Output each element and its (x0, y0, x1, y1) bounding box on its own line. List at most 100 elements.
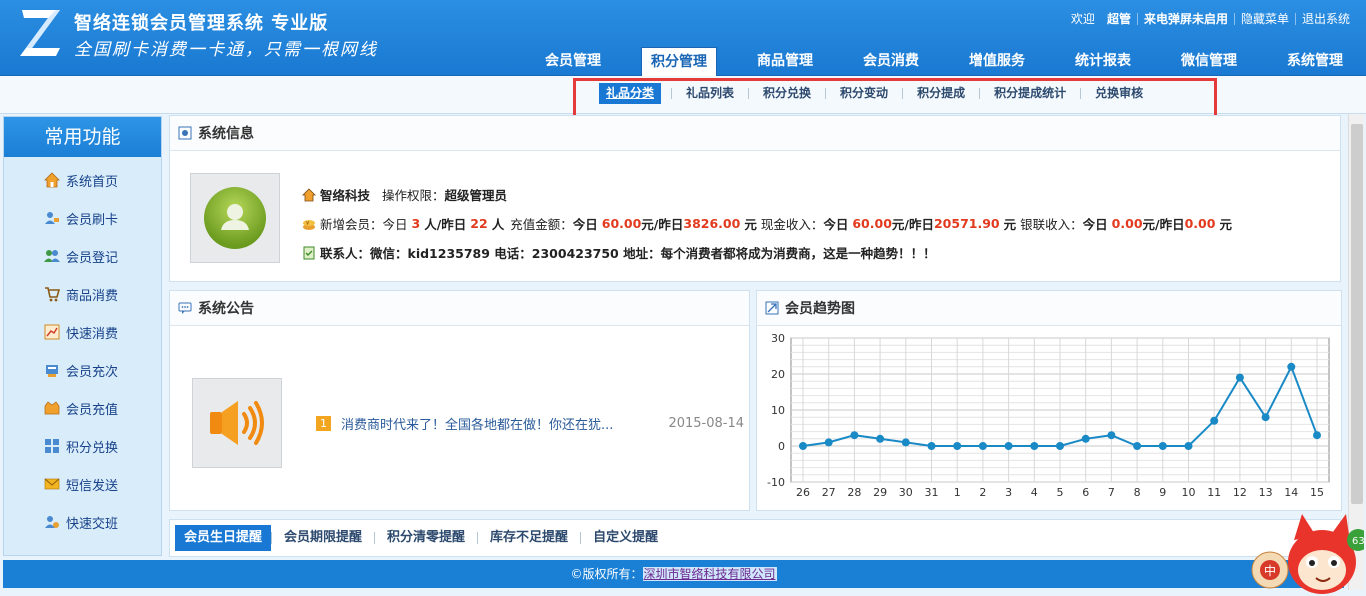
sub-points-commission[interactable]: 积分提成 (903, 83, 979, 104)
svg-text:中: 中 (1264, 563, 1276, 578)
x-tick-label: 6 (1082, 486, 1089, 499)
sub-gift-category[interactable]: 礼品分类 (599, 83, 662, 104)
x-tick-label: 13 (1259, 486, 1273, 499)
data-point (1158, 442, 1167, 450)
unit-text: 元 (1003, 217, 1017, 232)
panel-header: 会员趋势图 (757, 291, 1341, 326)
contact-text: 联系人：微信：kid1235789 电话：2300423750 地址：每个消费者… (320, 246, 936, 261)
main-nav: 会员管理 积分管理 商品管理 会员消费 增值服务 统计报表 微信管理 系统管理 (520, 47, 1366, 76)
member-card-icon (45, 212, 59, 224)
stats-line: ¥ 新增会员：今日 3 人/昨日 22 人 充值金额： 今日 60.00 元/昨… (302, 209, 1232, 238)
sub-exchange-review[interactable]: 兑换审核 (1081, 83, 1157, 104)
data-point (953, 442, 962, 450)
nav-member-management[interactable]: 会员管理 (520, 47, 626, 76)
recharge-today: 60.00 (601, 216, 642, 231)
notice-number: 1 (316, 416, 331, 431)
sidebar-item-label: 会员刷卡 (66, 212, 119, 228)
sidebar-item-label: 短信发送 (66, 478, 119, 494)
tab-member-expiry[interactable]: 会员期限提醒 (272, 525, 374, 551)
data-point (1056, 442, 1064, 450)
tab-points-reset[interactable]: 积分清零提醒 (375, 525, 477, 551)
z-logo-icon (20, 10, 60, 56)
recharge-count-icon (46, 365, 58, 377)
unit-text: 人 (491, 217, 505, 232)
sub-points-change[interactable]: 积分变动 (826, 83, 902, 104)
home-icon (44, 172, 60, 188)
tab-custom-reminder[interactable]: 自定义提醒 (581, 525, 670, 551)
sidebar-item-home[interactable]: 系统首页 (4, 161, 161, 199)
sidebar: 常用功能 系统首页 会员刷卡 会员登记 商品消费 快速消费 会员充次 会员充值 … (3, 116, 162, 556)
sidebar-item-quick-handover[interactable]: 快速交班 (4, 503, 161, 541)
sidebar-item-label: 会员充值 (66, 402, 119, 418)
mascot-icon[interactable]: 中 63 (1250, 510, 1364, 596)
tab-low-stock[interactable]: 库存不足提醒 (478, 525, 580, 551)
sub-points-commission-stats[interactable]: 积分提成统计 (980, 83, 1080, 104)
unit-text: 元/昨日 (891, 217, 934, 232)
popup-status-link[interactable]: 来电弹屏未启用 (1138, 10, 1234, 27)
sub-points-exchange[interactable]: 积分兑换 (749, 83, 825, 104)
gear-icon (178, 126, 192, 140)
sidebar-item-member-recharge[interactable]: 会员充值 (4, 389, 161, 427)
data-point (901, 438, 910, 447)
tab-member-birthday[interactable]: 会员生日提醒 (175, 525, 272, 551)
reminder-tabs: 会员生日提醒 会员期限提醒 积分清零提醒 库存不足提醒 自定义提醒 (169, 519, 1341, 557)
x-tick-label: 1 (954, 486, 961, 499)
sidebar-item-member-register[interactable]: 会员登记 (4, 237, 161, 275)
notice-title-link[interactable]: 消费商时代来了！全国各地都在做！你还在犹... (341, 414, 668, 433)
today-word: 今日 (572, 217, 598, 232)
svg-text:63: 63 (1352, 536, 1364, 547)
sidebar-item-member-recharge-count[interactable]: 会员充次 (4, 351, 161, 389)
new-members-label: 新增会员：今日 (320, 217, 408, 232)
trend-arrow-icon (765, 301, 779, 315)
scrollbar-thumb[interactable] (1351, 124, 1363, 504)
recharge-icon (44, 401, 60, 415)
cart-icon (45, 287, 60, 302)
username[interactable]: 超管 (1101, 10, 1137, 27)
nav-points-management[interactable]: 积分管理 (641, 47, 717, 76)
sidebar-item-sms-send[interactable]: 短信发送 (4, 465, 161, 503)
coins-icon: ¥ (303, 219, 315, 230)
cash-yesterday: 20571.90 (933, 216, 1000, 231)
nav-system-management[interactable]: 系统管理 (1262, 47, 1366, 76)
data-point (978, 442, 987, 450)
sidebar-title: 常用功能 (4, 117, 161, 157)
nav-wechat-management[interactable]: 微信管理 (1156, 47, 1262, 76)
home-icon (302, 187, 316, 201)
unit-text: 元/昨日 (641, 217, 684, 232)
y-tick-label: 30 (771, 332, 785, 345)
welcome-text: 欢迎 (1070, 12, 1095, 26)
sidebar-item-points-exchange[interactable]: 积分兑换 (4, 427, 161, 465)
permission-label: 操作权限： (382, 188, 445, 203)
sub-gift-list[interactable]: 礼品列表 (672, 83, 748, 104)
cash-label: 现金收入： (760, 217, 824, 232)
y-tick-label: 20 (771, 368, 785, 381)
trend-chart: -10010203026 27 28 29 30 31 1 2 3 4 5 6 7 8 9 10 11 12 13 1… (767, 332, 1330, 499)
notice-item[interactable]: 1 消费商时代来了！全国各地都在做！你还在犹... 2015-08-14 (316, 414, 744, 433)
hide-menu-link[interactable]: 隐藏菜单 (1235, 10, 1295, 27)
sidebar-item-product-consumption[interactable]: 商品消费 (4, 275, 161, 313)
sidebar-item-member-card[interactable]: 会员刷卡 (4, 199, 161, 237)
company-link[interactable]: 深圳市智络科技有限公司 (642, 567, 777, 581)
sidebar-item-label: 积分兑换 (66, 440, 119, 456)
nav-statistics-reports[interactable]: 统计报表 (1050, 47, 1156, 76)
x-tick-label: 2 (979, 486, 986, 499)
nav-value-added-services[interactable]: 增值服务 (944, 47, 1050, 76)
y-tick-label: 10 (771, 404, 785, 417)
mail-icon (44, 478, 60, 490)
today-word: 今日 (823, 217, 849, 232)
unit-text: 元/昨日 (1142, 217, 1185, 232)
nav-member-consumption[interactable]: 会员消费 (838, 47, 944, 76)
nav-product-management[interactable]: 商品管理 (732, 47, 838, 76)
x-tick-label: 26 (796, 486, 810, 499)
data-point (1184, 442, 1193, 450)
app-title: 智络连锁会员管理系统 专业版 (74, 13, 329, 34)
data-point (1261, 413, 1270, 422)
new-members-today: 3 (411, 216, 421, 231)
gift-icon (45, 439, 59, 453)
x-tick-label: 7 (1108, 486, 1115, 499)
sidebar-item-quick-consumption[interactable]: 快速消费 (4, 313, 161, 351)
company-line: 智络科技 操作权限： 超级管理员 (302, 180, 1232, 209)
speaker-image (192, 378, 282, 468)
unit-text: 元 (1219, 217, 1232, 232)
logout-link[interactable]: 退出系统 (1296, 10, 1356, 27)
